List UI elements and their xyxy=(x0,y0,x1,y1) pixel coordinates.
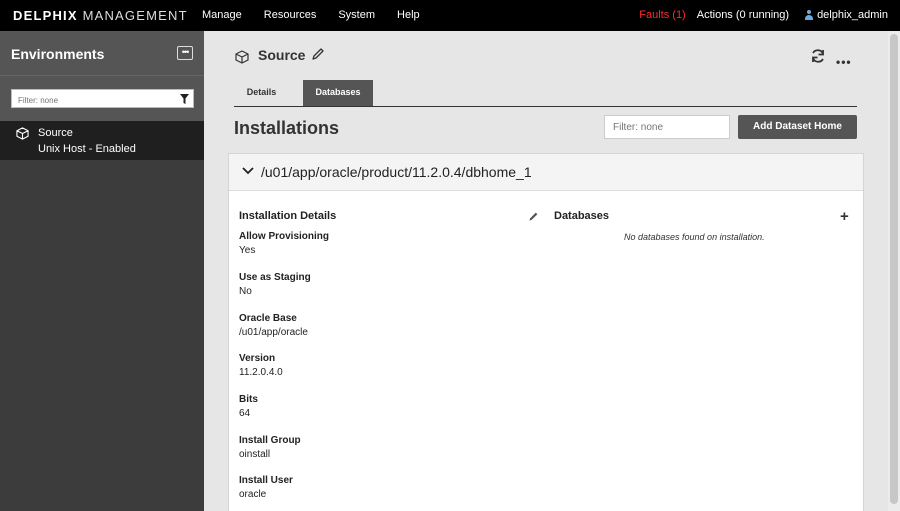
field-allow-provisioning: Allow Provisioning Yes xyxy=(239,231,329,256)
top-bar: DELPHIX MANAGEMENT Manage Resources Syst… xyxy=(0,0,900,31)
field-value: 11.2.0.4.0 xyxy=(239,367,283,378)
field-bits: Bits 64 xyxy=(239,394,258,419)
field-value: 64 xyxy=(239,408,251,419)
pencil-icon[interactable] xyxy=(528,211,539,222)
no-databases-message: No databases found on installation. xyxy=(624,232,765,242)
more-icon[interactable]: ••• xyxy=(177,46,193,60)
cube-icon xyxy=(235,50,249,64)
add-dataset-home-button[interactable]: Add Dataset Home xyxy=(738,115,857,139)
chevron-down-icon[interactable] xyxy=(242,167,254,175)
brand-logo[interactable]: DELPHIX MANAGEMENT xyxy=(13,8,188,23)
field-label: Install User xyxy=(239,475,293,486)
installations-filter xyxy=(604,115,730,139)
tab-details[interactable]: Details xyxy=(234,80,289,106)
installation-details-title: Installation Details xyxy=(239,210,337,222)
field-value: /u01/app/oracle xyxy=(239,327,308,338)
filter-icon[interactable] xyxy=(180,94,189,104)
databases-title: Databases xyxy=(554,210,610,222)
field-label: Use as Staging xyxy=(239,272,311,283)
actions-link[interactable]: Actions (0 running) xyxy=(697,9,789,21)
installation-header[interactable]: /u01/app/oracle/product/11.2.0.4/dbhome_… xyxy=(229,154,863,191)
main-nav: Manage Resources System Help xyxy=(202,9,442,21)
sidebar-item-name: Source xyxy=(38,127,73,139)
field-label: Bits xyxy=(239,394,258,405)
sidebar-header: Environments ••• xyxy=(0,31,204,75)
field-label: Install Group xyxy=(239,435,301,446)
user-menu[interactable]: delphix_admin xyxy=(805,9,888,21)
vertical-scrollbar[interactable] xyxy=(888,31,900,511)
field-use-as-staging: Use as Staging No xyxy=(239,272,311,297)
field-version: Version 11.2.0.4.0 xyxy=(239,353,283,378)
installations-filter-input[interactable] xyxy=(605,116,725,138)
field-install-group: Install Group oinstall xyxy=(239,435,301,460)
more-options-icon[interactable]: ••• xyxy=(836,55,852,69)
field-label: Oracle Base xyxy=(239,313,297,324)
username: delphix_admin xyxy=(817,9,888,21)
field-oracle-base: Oracle Base /u01/app/oracle xyxy=(239,313,308,338)
field-value: No xyxy=(239,286,252,297)
sidebar: Environments ••• Source Unix Host - Enab… xyxy=(0,31,204,511)
nav-manage[interactable]: Manage xyxy=(202,9,242,21)
pencil-icon[interactable] xyxy=(311,47,325,61)
field-label: Version xyxy=(239,353,276,364)
add-icon[interactable]: + xyxy=(840,208,849,225)
field-install-user: Install User oracle xyxy=(239,475,293,500)
tab-databases[interactable]: Databases xyxy=(303,80,373,106)
sidebar-title: Environments xyxy=(11,46,105,62)
field-label: Allow Provisioning xyxy=(239,231,330,242)
page-title: Source xyxy=(258,47,306,63)
sidebar-item-source[interactable]: Source Unix Host - Enabled xyxy=(0,121,204,160)
installation-panel: /u01/app/oracle/product/11.2.0.4/dbhome_… xyxy=(228,153,864,511)
section-title: Installations xyxy=(234,118,340,138)
field-value: Yes xyxy=(239,245,256,256)
tab-divider xyxy=(234,106,857,107)
nav-resources[interactable]: Resources xyxy=(264,9,317,21)
user-icon xyxy=(805,10,814,20)
nav-help[interactable]: Help xyxy=(397,9,420,21)
sidebar-filter-input[interactable] xyxy=(12,92,172,109)
faults-link[interactable]: Faults (1) xyxy=(639,9,685,21)
nav-system[interactable]: System xyxy=(338,9,375,21)
field-value: oinstall xyxy=(239,449,271,460)
cube-icon xyxy=(16,127,29,140)
field-value: oracle xyxy=(239,489,267,500)
refresh-icon[interactable] xyxy=(810,48,826,64)
scrollbar-thumb[interactable] xyxy=(890,34,898,504)
installation-path: /u01/app/oracle/product/11.2.0.4/dbhome_… xyxy=(261,164,532,180)
sidebar-filter-area xyxy=(0,75,204,121)
main-content: Source ••• Details Databases Installatio… xyxy=(204,31,888,511)
sidebar-filter xyxy=(11,89,194,109)
sidebar-item-subtitle: Unix Host - Enabled xyxy=(38,143,136,155)
top-right-menu: Faults (1) Actions (0 running) delphix_a… xyxy=(639,9,888,21)
